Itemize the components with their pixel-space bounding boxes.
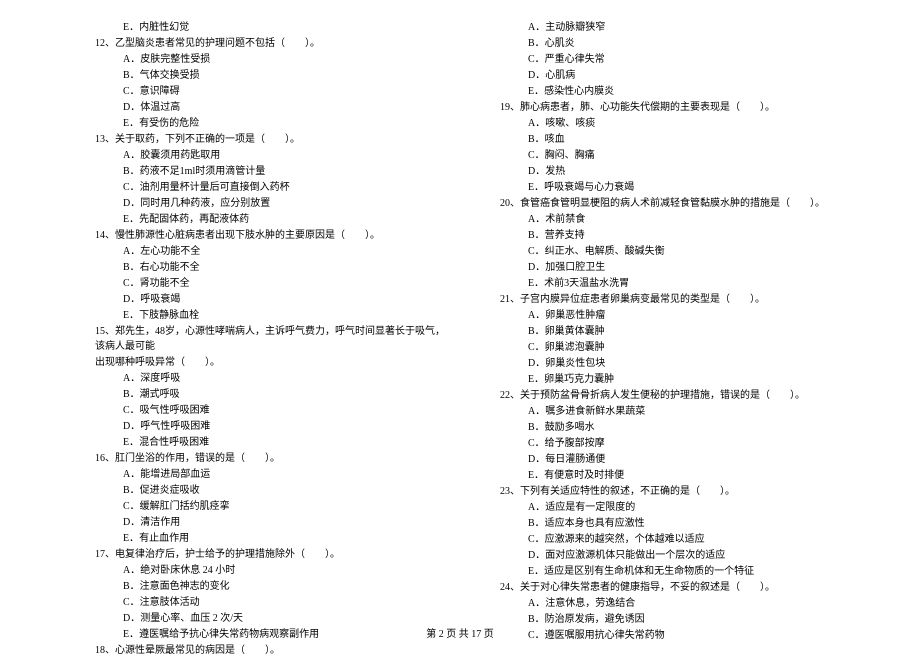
option-text: A．皮肤完整性受损: [95, 52, 445, 67]
option-text: E．卵巢巧克力囊肿: [500, 372, 905, 387]
option-text: C．吸气性呼吸困难: [95, 403, 445, 418]
option-text: D．测量心率、血压 2 次/天: [95, 611, 445, 626]
option-text: D．卵巢炎性包块: [500, 356, 905, 371]
option-text: D．每日灌肠通便: [500, 452, 905, 467]
option-text: A．能增进局部血运: [95, 467, 445, 482]
option-text: A．胶囊须用药匙取用: [95, 148, 445, 163]
option-text: E．术前3天温盐水洗胃: [500, 276, 905, 291]
question-text: 13、关于取药，下列不正确的一项是（ ）。: [95, 132, 445, 147]
option-text: D．清洁作用: [95, 515, 445, 530]
option-text: C．严重心律失常: [500, 52, 905, 67]
option-text: C．应激源来的越突然，个体越难以适应: [500, 532, 905, 547]
option-text: A．绝对卧床休息 24 小时: [95, 563, 445, 578]
option-text: D．心肌病: [500, 68, 905, 83]
option-text: B．适应本身也具有应激性: [500, 516, 905, 531]
option-text: B．潮式呼吸: [95, 387, 445, 402]
option-text: C．给予腹部按摩: [500, 436, 905, 451]
option-text: C．纠正水、电解质、酸碱失衡: [500, 244, 905, 259]
question-text: 22、关于预防盆骨骨折病人发生便秘的护理措施，错误的是（ ）。: [500, 388, 905, 403]
option-text: E．适应是区别有生命机体和无生命物质的一个特征: [500, 564, 905, 579]
option-text: E．呼吸衰竭与心力衰竭: [500, 180, 905, 195]
question-text: 19、肺心病患者，肺、心功能失代偿期的主要表现是（ ）。: [500, 100, 905, 115]
question-text: 20、食管癌食管明显梗阻的病人术前减轻食管黏膜水肿的措施是（ ）。: [500, 196, 905, 211]
option-text: A．适应是有一定限度的: [500, 500, 905, 515]
question-text: 17、电复律治疗后，护士给予的护理措施除外（ ）。: [95, 547, 445, 562]
option-text: A．咳嗽、咳痰: [500, 116, 905, 131]
option-text: B．促进炎症吸收: [95, 483, 445, 498]
question-text: 23、下列有关适应特性的叙述，不正确的是（ ）。: [500, 484, 905, 499]
option-text: A．卵巢恶性肿瘤: [500, 308, 905, 323]
option-text: B．营养支持: [500, 228, 905, 243]
question-text: 14、慢性肺源性心脏病患者出现下肢水肿的主要原因是（ ）。: [95, 228, 445, 243]
question-text: 16、肛门坐浴的作用，错误的是（ ）。: [95, 451, 445, 466]
page-number: 第 2 页 共 17 页: [426, 629, 494, 640]
option-text: C．缓解肛门括约肌痉挛: [95, 499, 445, 514]
option-text: E．感染性心内膜炎: [500, 84, 905, 99]
option-text: B．卵巢黄体囊肿: [500, 324, 905, 339]
option-text: D．同时用几种药液，应分别放置: [95, 196, 445, 211]
option-text: A．注意休息，劳逸结合: [500, 596, 905, 611]
document-content: E．内脏性幻觉12、乙型脑炎患者常见的护理问题不包括（ ）。A．皮肤完整性受损B…: [0, 20, 920, 610]
option-text: E．有受伤的危险: [95, 116, 445, 131]
option-text: C．卵巢滤泡囊肿: [500, 340, 905, 355]
option-text: A．左心功能不全: [95, 244, 445, 259]
option-text: D．加强口腔卫生: [500, 260, 905, 275]
option-text: C．油剂用量杯计量后可直接倒入药杯: [95, 180, 445, 195]
option-text: E．先配固体药，再配液体药: [95, 212, 445, 227]
option-text: B．防治原发病，避免诱因: [500, 612, 905, 627]
option-text: B．注意面色神志的变化: [95, 579, 445, 594]
option-text: D．发热: [500, 164, 905, 179]
option-text: D．呼吸衰竭: [95, 292, 445, 307]
option-text: C．肾功能不全: [95, 276, 445, 291]
option-text: E．有止血作用: [95, 531, 445, 546]
left-column: E．内脏性幻觉12、乙型脑炎患者常见的护理问题不包括（ ）。A．皮肤完整性受损B…: [0, 20, 460, 610]
right-column: A．主动脉瓣狭窄B．心肌炎C．严重心律失常D．心肌病E．感染性心内膜炎19、肺心…: [460, 20, 920, 610]
option-text: E．混合性呼吸困难: [95, 435, 445, 450]
option-text: B．咳血: [500, 132, 905, 147]
question-text: 12、乙型脑炎患者常见的护理问题不包括（ ）。: [95, 36, 445, 51]
option-text: D．体温过高: [95, 100, 445, 115]
option-text: B．右心功能不全: [95, 260, 445, 275]
option-text: B．气体交换受损: [95, 68, 445, 83]
question-text: 15、郑先生，48岁，心源性哮喘病人，主诉呼气费力，呼气时间显著长于吸气，该病人…: [95, 324, 445, 354]
option-text: C．胸闷、胸痛: [500, 148, 905, 163]
option-text: A．主动脉瓣狭窄: [500, 20, 905, 35]
option-text: A．术前禁食: [500, 212, 905, 227]
option-text: C．注意肢体活动: [95, 595, 445, 610]
option-text: E．有便意时及时排便: [500, 468, 905, 483]
option-text: B．药液不足1ml时须用滴管计量: [95, 164, 445, 179]
question-text: 24、关于对心律失常患者的健康指导，不妥的叙述是（ ）。: [500, 580, 905, 595]
option-text: A．深度呼吸: [95, 371, 445, 386]
page-footer: 第 2 页 共 17 页: [0, 627, 920, 642]
question-text: 21、子宫内膜异位症患者卵巢病变最常见的类型是（ ）。: [500, 292, 905, 307]
question-continuation: 出现哪种呼吸异常（ ）。: [95, 355, 445, 370]
option-text: B．鼓励多喝水: [500, 420, 905, 435]
option-text: D．面对应激源机体只能做出一个层次的适应: [500, 548, 905, 563]
option-text: E．下肢静脉血栓: [95, 308, 445, 323]
option-text: A．嘱多进食新鲜水果蔬菜: [500, 404, 905, 419]
option-text: C．意识障碍: [95, 84, 445, 99]
option-text: E．内脏性幻觉: [95, 20, 445, 35]
option-text: B．心肌炎: [500, 36, 905, 51]
option-text: D．呼气性呼吸困难: [95, 419, 445, 434]
question-text: 18、心源性晕厥最常见的病因是（ ）。: [95, 643, 445, 658]
